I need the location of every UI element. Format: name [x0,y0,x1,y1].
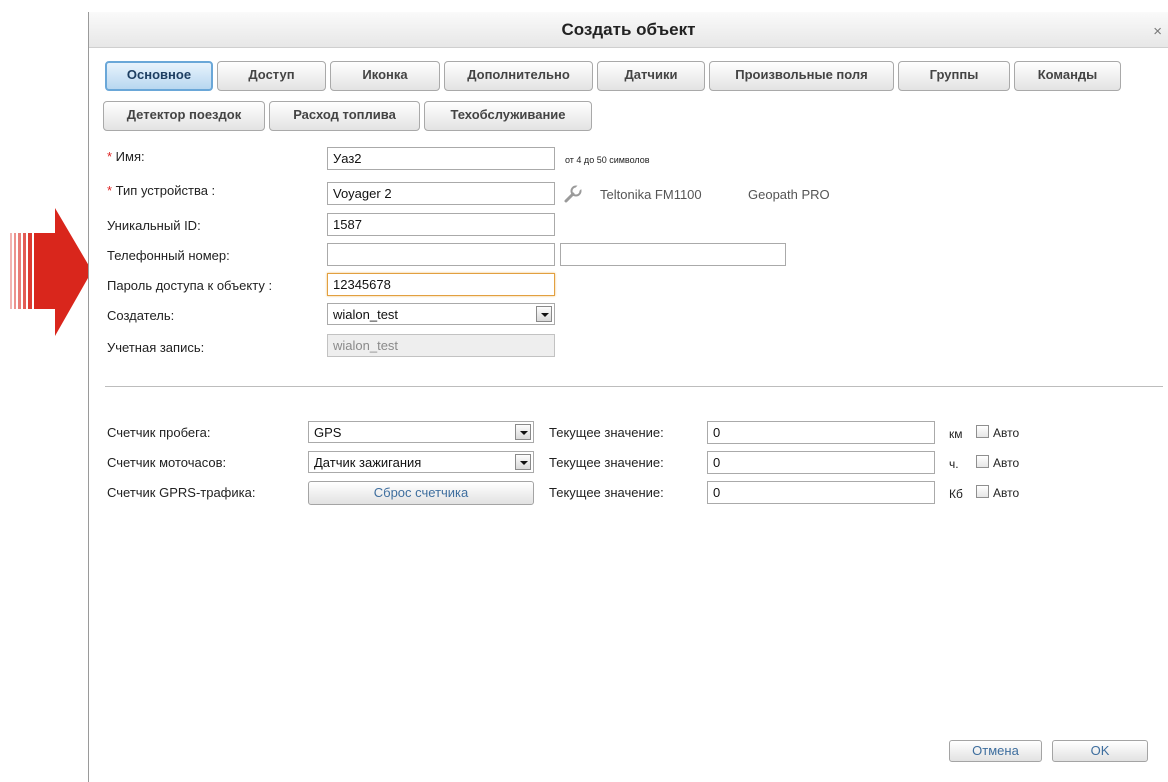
section-divider [105,386,1163,387]
mileage-counter-select-value: GPS [314,425,342,440]
device-type-label: * Тип устройства : [107,183,216,198]
tab-groups[interactable]: Группы [898,61,1010,91]
name-input[interactable] [327,147,555,170]
engine-hours-current-label: Текущее значение: [549,455,664,470]
account-label: Учетная запись: [107,340,205,355]
gprs-unit: Кб [949,487,963,501]
creator-select[interactable]: wialon_test [327,303,555,325]
device-info-geopath: Geopath PRO [748,187,830,202]
name-label: * Имя: [107,149,145,164]
cancel-button[interactable]: Отмена [949,740,1042,762]
gprs-current-input[interactable] [707,481,935,504]
red-arrow-icon [10,208,92,336]
tab-access[interactable]: Доступ [217,61,326,91]
dialog-title: Создать объект [561,20,696,39]
dropdown-arrow-icon[interactable] [536,306,552,322]
tab-fuel-consumption[interactable]: Расход топлива [269,101,420,131]
unique-id-label: Уникальный ID: [107,218,201,233]
tab-sensors[interactable]: Датчики [597,61,705,91]
tab-icon[interactable]: Иконка [330,61,440,91]
dropdown-arrow-icon[interactable] [515,454,531,470]
tab-custom-fields[interactable]: Произвольные поля [709,61,894,91]
phone-label: Телефонный номер: [107,248,230,263]
tab-commands[interactable]: Команды [1014,61,1121,91]
name-hint: от 4 до 50 символов [565,155,650,165]
engine-hours-counter-select[interactable]: Датчик зажигания [308,451,534,473]
mileage-counter-select[interactable]: GPS [308,421,534,443]
device-info-teltonika: Teltonika FM1100 [600,187,702,202]
dropdown-arrow-icon[interactable] [515,424,531,440]
wrench-icon[interactable] [563,184,583,204]
mileage-current-label: Текущее значение: [549,425,664,440]
unique-id-input[interactable] [327,213,555,236]
engine-hours-auto-checkbox[interactable] [976,455,989,468]
creator-label: Создатель: [107,308,175,323]
password-label: Пароль доступа к объекту : [107,278,273,293]
engine-hours-current-input[interactable] [707,451,935,474]
engine-hours-counter-label: Счетчик моточасов: [107,455,227,470]
engine-hours-unit: ч. [949,457,959,471]
gprs-auto-label: Авто [993,486,1020,500]
mileage-auto-checkbox[interactable] [976,425,989,438]
creator-select-value: wialon_test [333,307,399,322]
password-input[interactable] [327,273,555,296]
gprs-auto-checkbox[interactable] [976,485,989,498]
ok-button[interactable]: OK [1052,740,1148,762]
mileage-current-input[interactable] [707,421,935,444]
account-input [327,334,555,357]
engine-hours-auto-label: Авто [993,456,1020,470]
mileage-unit: км [949,427,963,441]
gprs-counter-label: Счетчик GPRS-трафика: [107,485,256,500]
engine-hours-counter-select-value: Датчик зажигания [314,455,422,470]
tab-main[interactable]: Основное [105,61,213,91]
tab-maintenance[interactable]: Техобслуживание [424,101,592,131]
reset-counter-button[interactable]: Сброс счетчика [308,481,534,505]
phone-input[interactable] [327,243,555,266]
create-object-dialog: Создать объект × Основное Доступ Иконка … [88,12,1168,782]
tab-trip-detector[interactable]: Детектор поездок [103,101,265,131]
close-icon[interactable]: × [1153,24,1162,39]
gprs-current-label: Текущее значение: [549,485,664,500]
dialog-title-bar: Создать объект × [89,12,1168,48]
phone-input-2[interactable] [560,243,786,266]
mileage-counter-label: Счетчик пробега: [107,425,211,440]
mileage-auto-label: Авто [993,426,1020,440]
device-type-input[interactable] [327,182,555,205]
tab-additional[interactable]: Дополнительно [444,61,593,91]
